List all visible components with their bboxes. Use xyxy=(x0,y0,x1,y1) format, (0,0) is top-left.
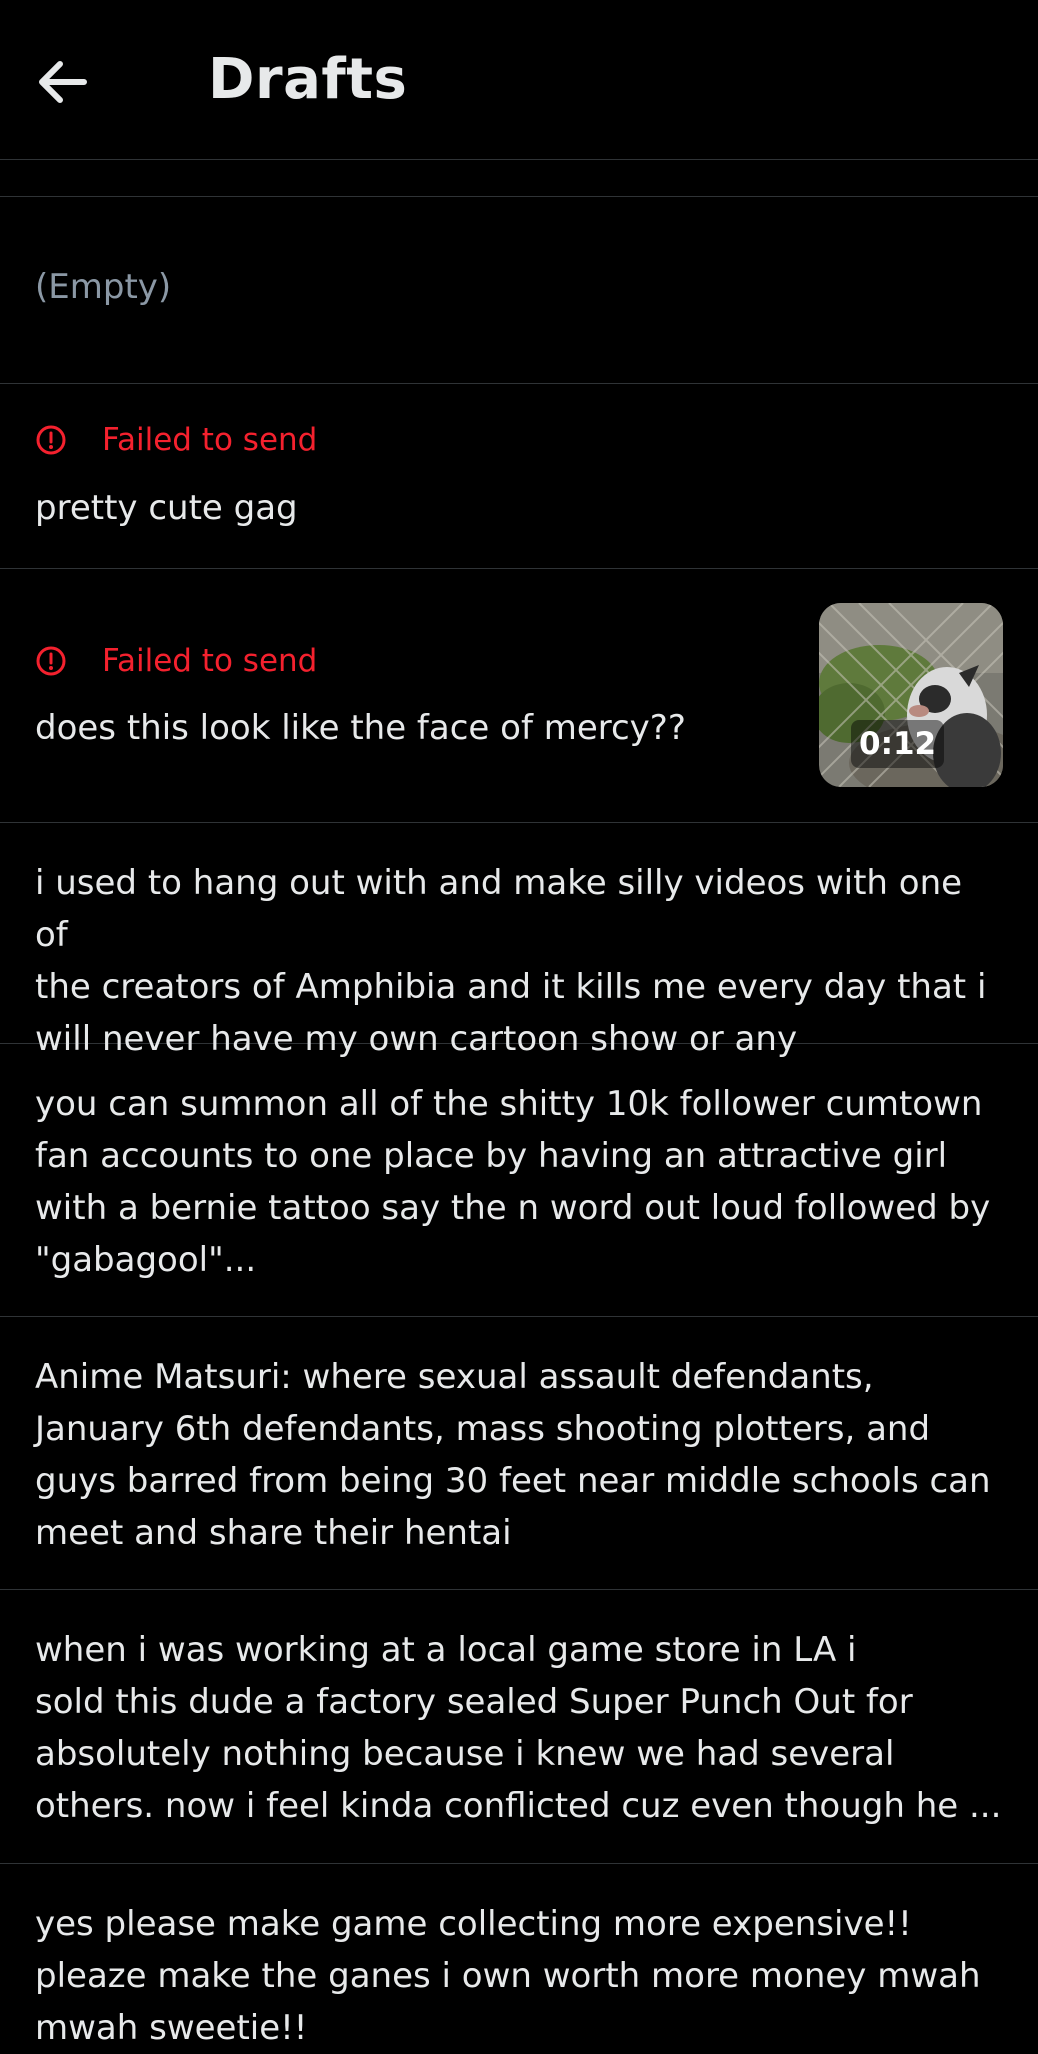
draft-text: Anime Matsuri: where sexual assault defe… xyxy=(35,1357,991,1553)
video-thumbnail[interactable]: 0:12 xyxy=(819,603,1003,787)
draft-item-empty[interactable]: (Empty) xyxy=(0,197,1038,384)
draft-item[interactable]: Anime Matsuri: where sexual assault defe… xyxy=(0,1317,1038,1590)
failed-status: Failed to send xyxy=(35,420,317,460)
failed-status: Failed to send xyxy=(35,641,317,681)
draft-text: yes please make game collecting more exp… xyxy=(35,1904,981,2048)
draft-text: i used to hang out with and make silly v… xyxy=(35,863,987,1059)
draft-text: you can summon all of the shitty 10k fol… xyxy=(35,1084,991,1280)
top-app-bar: Drafts xyxy=(0,0,1038,160)
page-title: Drafts xyxy=(208,47,408,112)
draft-text: pretty cute gag xyxy=(35,488,298,528)
failed-label: Failed to send xyxy=(102,422,318,458)
draft-item[interactable]: i used to hang out with and make silly v… xyxy=(0,823,1038,1059)
alert-circle-icon xyxy=(35,424,102,456)
draft-item[interactable]: Failed to send pretty cute gag xyxy=(0,384,1038,569)
draft-item[interactable]: you can summon all of the shitty 10k fol… xyxy=(0,1044,1038,1317)
back-button[interactable] xyxy=(36,42,128,122)
draft-text: (Empty) xyxy=(35,267,172,307)
draft-text: when i was working at a local game store… xyxy=(35,1630,1002,1826)
failed-label: Failed to send xyxy=(102,643,318,679)
draft-text: does this look like the face of mercy?? xyxy=(35,708,686,748)
arrow-left-icon xyxy=(36,60,88,104)
draft-item[interactable]: yes please make game collecting more exp… xyxy=(0,1864,1038,2048)
alert-circle-icon xyxy=(35,645,102,677)
draft-item[interactable]: when i was working at a local game store… xyxy=(0,1590,1038,1864)
video-duration: 0:12 xyxy=(851,720,945,768)
